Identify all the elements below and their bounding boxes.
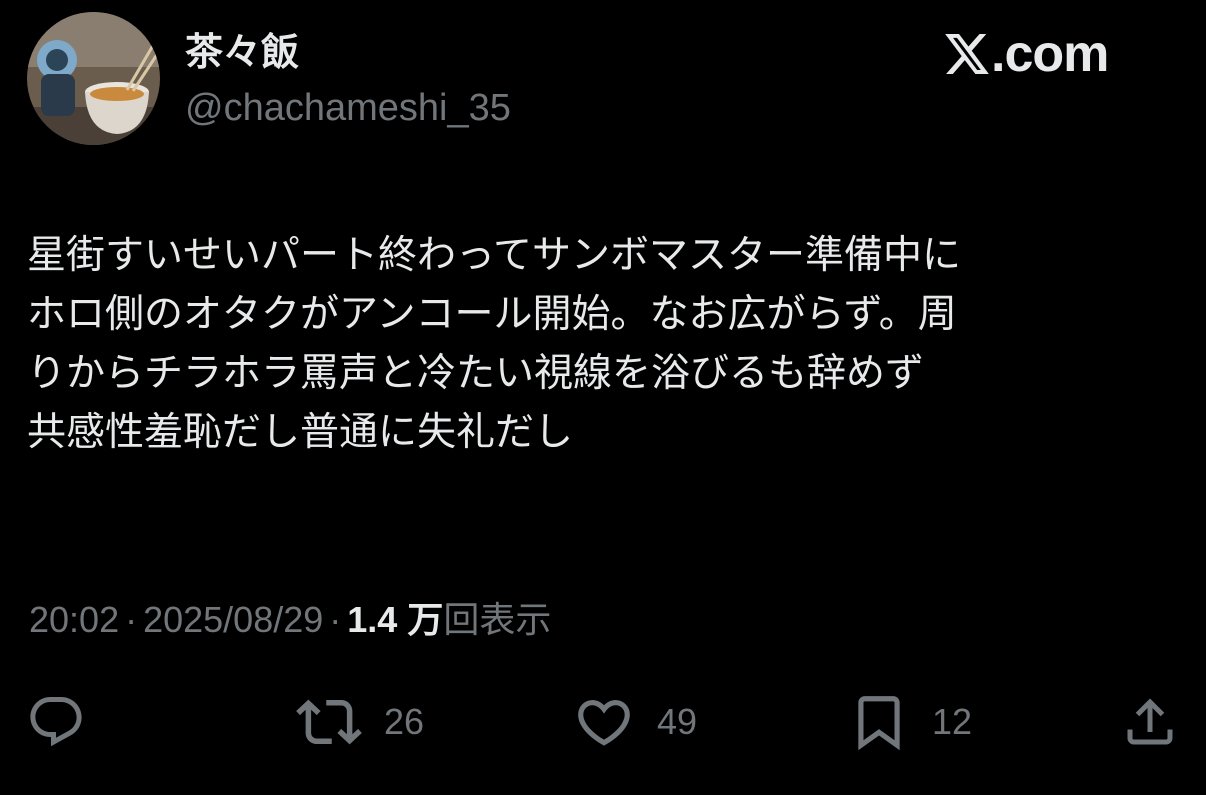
like-count: 49 (657, 701, 698, 742)
views-label: 回表示 (443, 599, 552, 640)
share-icon (1127, 698, 1173, 745)
views-count[interactable]: 1.4 万 (347, 599, 443, 640)
tweet-text: 星街すいせいパート終わってサンボマスター準備中に ホロ側のオタクがアンコール開始… (27, 233, 962, 455)
brand-watermark: .com (945, 22, 1109, 86)
user-avatar[interactable] (27, 12, 160, 145)
meta-separator: · (329, 599, 342, 640)
tweet-date[interactable]: 2025/08/29 (143, 599, 323, 640)
author-display-name[interactable]: 茶々飯 (185, 28, 299, 76)
bookmark-icon (858, 696, 900, 751)
like-button[interactable]: 49 (573, 690, 697, 754)
tweet-time[interactable]: 20:02 (29, 599, 119, 640)
tweet-meta: 20:02 · 2025/08/29 · 1.4 万回表示 (29, 596, 551, 644)
retweet-icon (296, 699, 362, 745)
reply-button[interactable] (26, 690, 86, 754)
user-avatar-icon (27, 12, 160, 145)
reply-icon (30, 697, 82, 747)
heart-icon (578, 700, 630, 746)
retweet-count: 26 (384, 701, 425, 742)
share-button[interactable] (1120, 690, 1180, 754)
bookmark-button[interactable]: 12 (848, 690, 972, 754)
author-handle[interactable]: @chachameshi_35 (185, 84, 511, 132)
brand-domain-text: .com (991, 25, 1109, 83)
retweet-button[interactable]: 26 (296, 690, 424, 754)
bookmark-count: 12 (932, 701, 973, 742)
x-logo-icon (945, 34, 989, 74)
meta-separator: · (125, 599, 138, 640)
